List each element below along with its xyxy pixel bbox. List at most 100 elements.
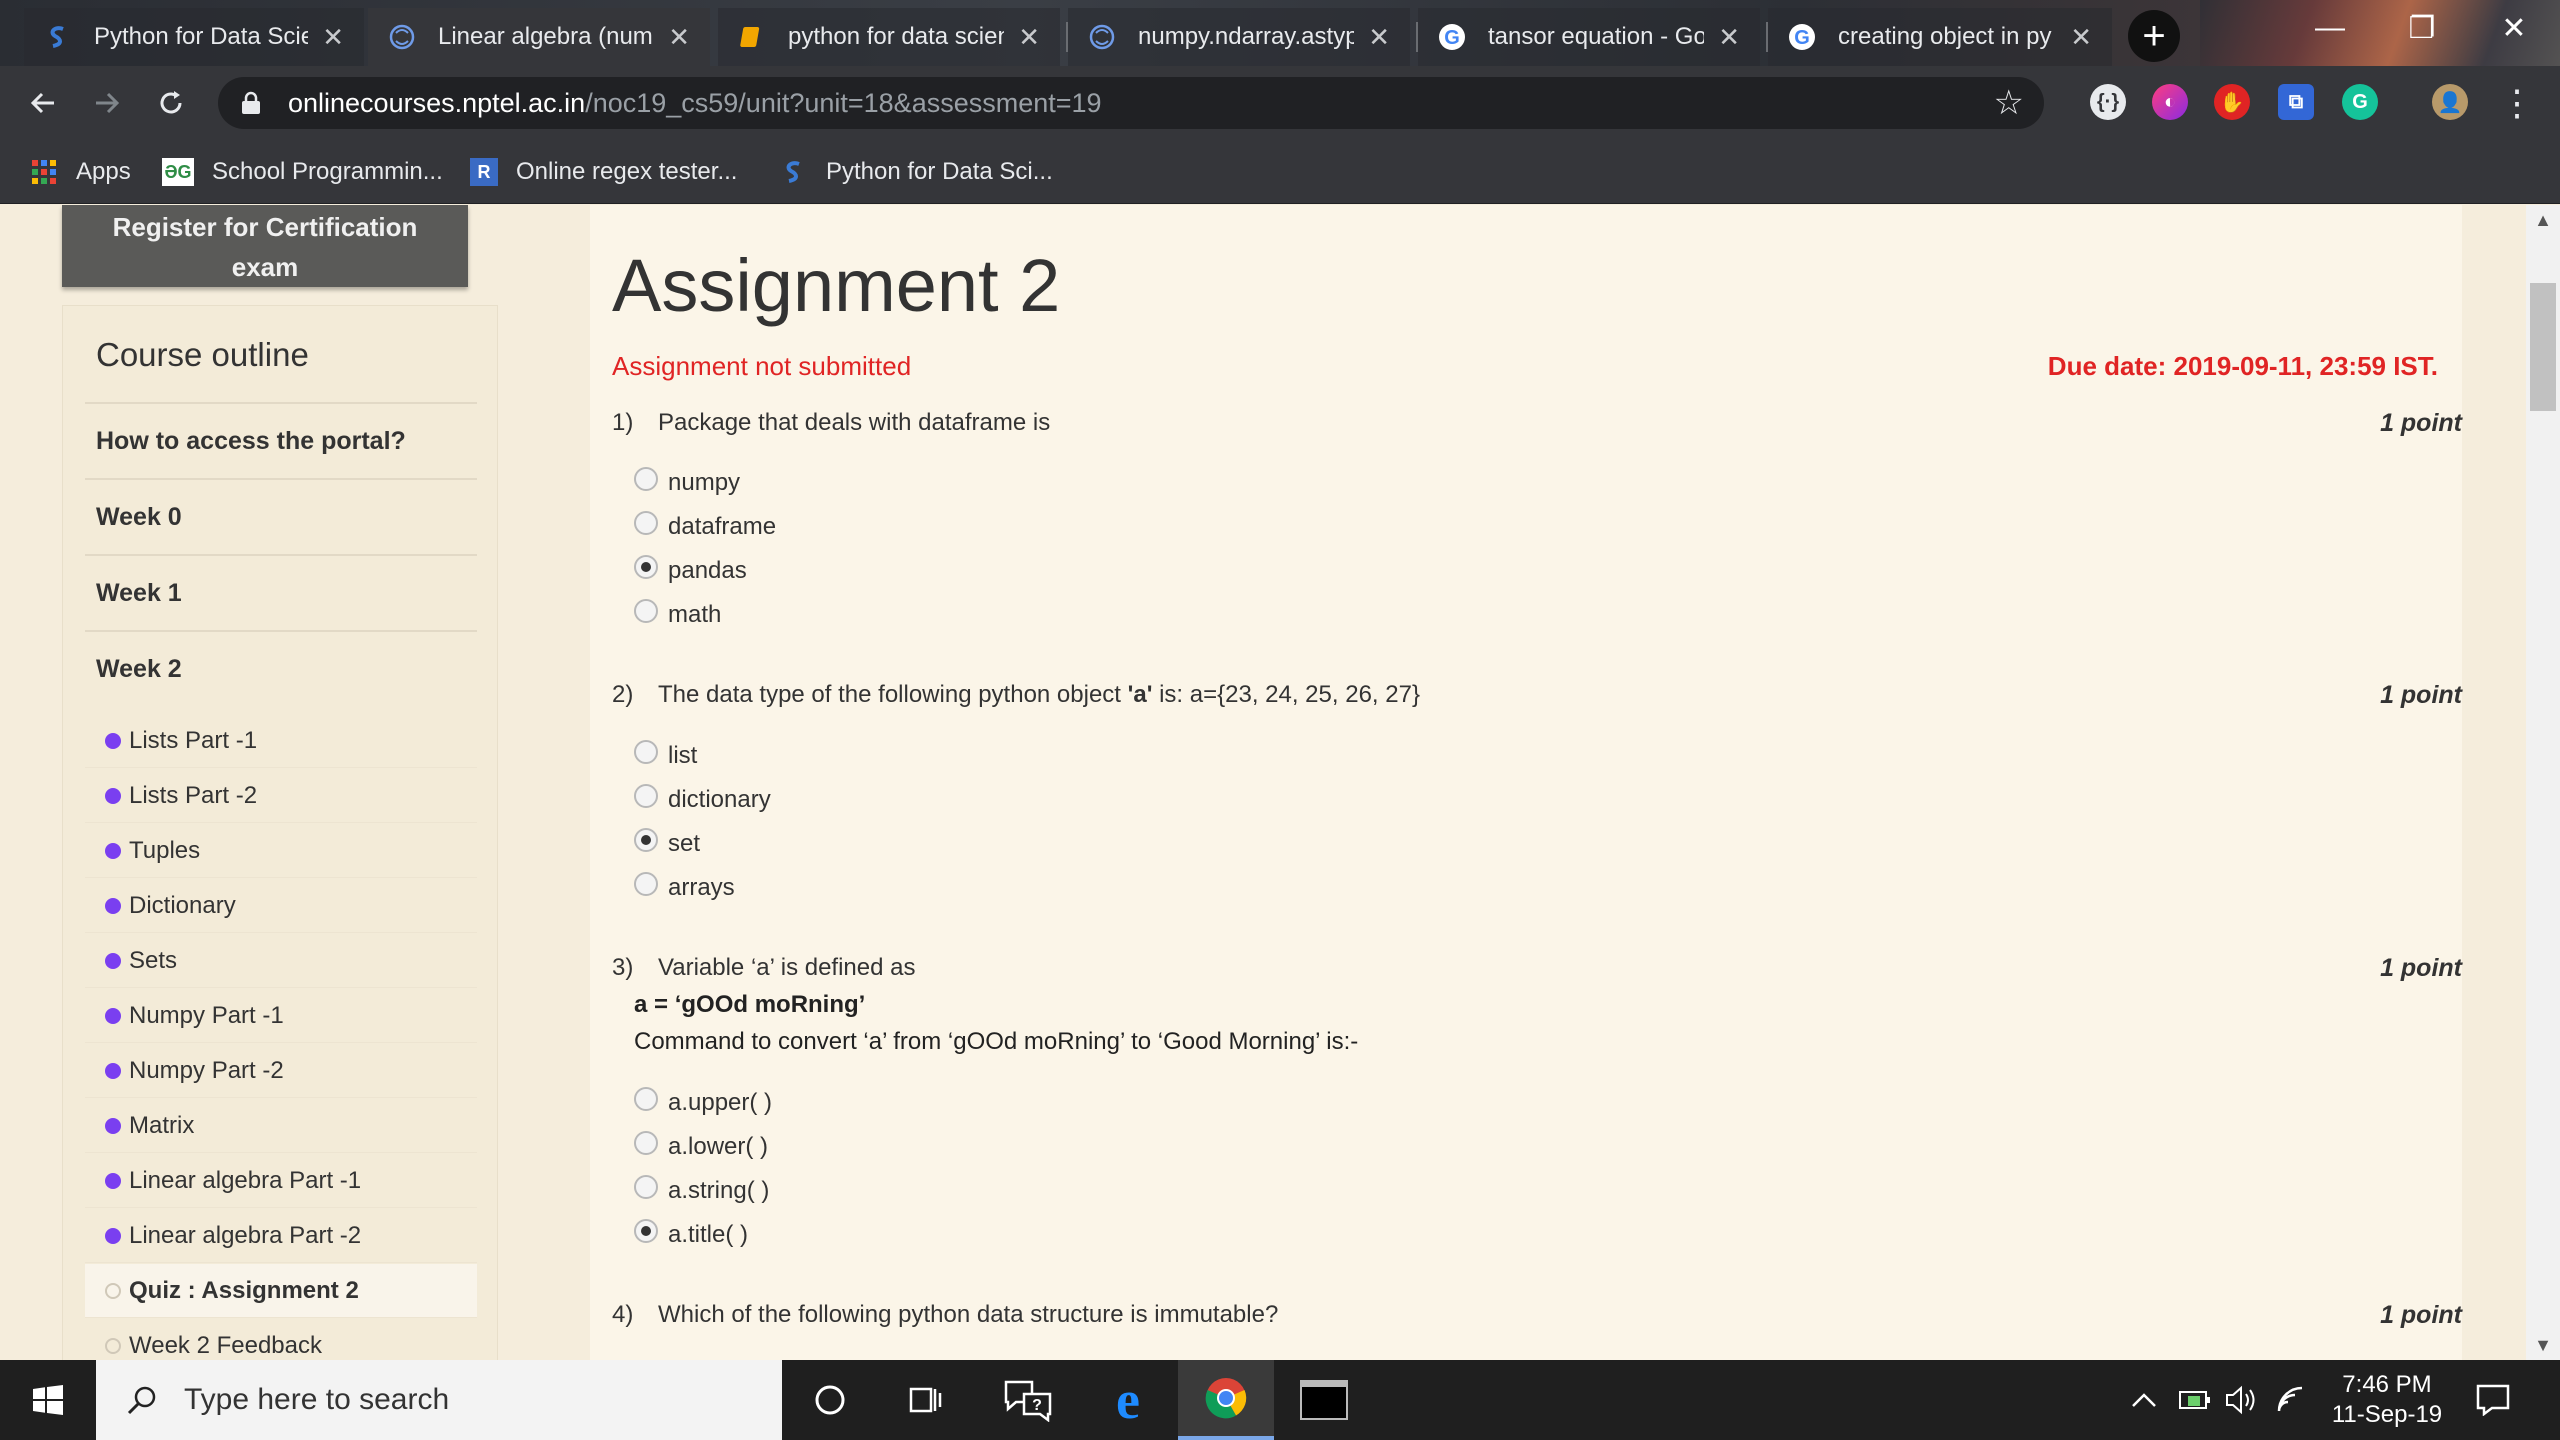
radio-button[interactable] xyxy=(634,511,658,535)
unit-link[interactable]: Linear algebra Part -2 xyxy=(85,1209,477,1263)
radio-button[interactable] xyxy=(634,872,658,896)
completed-dot-icon xyxy=(105,787,121,804)
browser-tab[interactable]: Linear algebra (nump ✕ xyxy=(368,8,710,66)
unit-link[interactable]: Numpy Part -1 xyxy=(85,989,477,1043)
browser-tab[interactable]: Python for Data Scie ✕ xyxy=(24,8,364,66)
cortana-icon[interactable] xyxy=(782,1360,878,1440)
radio-button-selected[interactable] xyxy=(634,828,658,852)
outline-item-week1[interactable]: Week 1 xyxy=(85,554,477,630)
outline-item-portal[interactable]: How to access the portal? xyxy=(85,402,477,478)
outline-item-week2[interactable]: Week 2 xyxy=(85,630,477,706)
answer-option[interactable]: a.upper( ) xyxy=(634,1087,772,1117)
windows-logo-icon xyxy=(33,1385,63,1415)
address-bar[interactable]: onlinecourses.nptel.ac.in/noc19_cs59/uni… xyxy=(218,77,2044,129)
extension-moon-icon[interactable]: ◐ xyxy=(2152,84,2188,120)
radio-button[interactable] xyxy=(634,599,658,623)
unit-link[interactable]: Dictionary xyxy=(85,879,477,933)
extension-hand-icon[interactable]: ✋ xyxy=(2214,84,2250,120)
minimize-icon[interactable]: — xyxy=(2284,0,2376,56)
unit-link[interactable]: Linear algebra Part -1 xyxy=(85,1154,477,1208)
radio-button[interactable] xyxy=(634,1087,658,1111)
radio-button[interactable] xyxy=(634,784,658,808)
outline-item-week0[interactable]: Week 0 xyxy=(85,478,477,554)
radio-button-selected[interactable] xyxy=(634,555,658,579)
battery-icon[interactable] xyxy=(2178,1360,2212,1440)
extension-code-icon[interactable]: {·} xyxy=(2090,84,2126,120)
browser-tab[interactable]: G creating object in py ✕ xyxy=(1768,8,2112,66)
scroll-down-icon[interactable]: ▼ xyxy=(2526,1330,2560,1360)
answer-option[interactable]: arrays xyxy=(634,872,735,902)
bookmark-apps[interactable]: Apps xyxy=(30,140,131,204)
chrome-taskbar-icon[interactable] xyxy=(1178,1360,1274,1440)
answer-option[interactable]: pandas xyxy=(634,555,747,585)
profile-avatar[interactable]: 👤 xyxy=(2432,84,2468,120)
answer-option[interactable]: a.lower( ) xyxy=(634,1131,768,1161)
radio-button[interactable] xyxy=(634,740,658,764)
restore-icon[interactable]: ❐ xyxy=(2376,0,2468,56)
answer-option[interactable]: numpy xyxy=(634,467,740,497)
close-tab-icon[interactable]: ✕ xyxy=(668,22,690,53)
unit-link-current[interactable]: Quiz : Assignment 2 xyxy=(85,1264,477,1318)
answer-option[interactable]: dataframe xyxy=(634,511,776,541)
unit-link[interactable]: Sets xyxy=(85,934,477,988)
bookmark-regex-tester[interactable]: R Online regex tester... xyxy=(470,140,737,204)
bookmark-school-programming[interactable]: ƏG School Programmin... xyxy=(162,140,443,204)
radio-button[interactable] xyxy=(634,467,658,491)
volume-icon[interactable] xyxy=(2224,1360,2260,1440)
taskbar-search-input[interactable]: Type here to search xyxy=(96,1360,782,1440)
answer-option[interactable]: dictionary xyxy=(634,784,771,814)
close-tab-icon[interactable]: ✕ xyxy=(1368,22,1390,53)
submission-status: Assignment not submitted xyxy=(612,351,912,381)
browser-tab[interactable]: python for data scien ✕ xyxy=(718,8,1060,66)
answer-option[interactable]: a.string( ) xyxy=(634,1175,769,1205)
close-tab-icon[interactable]: ✕ xyxy=(1018,22,1040,53)
answer-option[interactable]: list xyxy=(634,740,697,770)
grammarly-icon[interactable]: G xyxy=(2342,84,2378,120)
completed-dot-icon xyxy=(105,1062,121,1079)
extension-cards-icon[interactable]: ⧉ xyxy=(2278,84,2314,120)
bookmark-star-icon[interactable]: ☆ xyxy=(1994,83,2024,123)
terminal-taskbar-icon[interactable] xyxy=(1276,1360,1372,1440)
unit-link[interactable]: Lists Part -2 xyxy=(85,769,477,823)
bookmark-python-data-science[interactable]: Python for Data Sci... xyxy=(780,140,1053,204)
radio-button[interactable] xyxy=(634,1175,658,1199)
scroll-up-icon[interactable]: ▲ xyxy=(2526,205,2560,235)
unit-link[interactable]: Matrix xyxy=(85,1099,477,1153)
wifi-icon[interactable] xyxy=(2276,1360,2308,1440)
pending-dot-icon xyxy=(105,1282,121,1299)
system-clock[interactable]: 7:46 PM 11-Sep-19 xyxy=(2312,1370,2462,1430)
completed-dot-icon xyxy=(105,732,121,749)
show-hidden-icons[interactable] xyxy=(2130,1360,2158,1440)
answer-option[interactable]: set xyxy=(634,828,700,858)
close-tab-icon[interactable]: ✕ xyxy=(1718,22,1740,53)
radio-button[interactable] xyxy=(634,1131,658,1155)
close-tab-icon[interactable]: ✕ xyxy=(2070,22,2092,53)
start-button[interactable] xyxy=(0,1360,96,1440)
unit-link[interactable]: Tuples xyxy=(85,824,477,878)
scrollbar-thumb[interactable] xyxy=(2530,283,2556,411)
forward-button[interactable] xyxy=(84,80,130,126)
menu-kebab-icon[interactable]: ⋮ xyxy=(2494,80,2540,126)
answer-option[interactable]: math xyxy=(634,599,721,629)
browser-tab[interactable]: G tansor equation - Go ✕ xyxy=(1418,8,1760,66)
edge-browser-icon[interactable]: e xyxy=(1080,1360,1176,1440)
question-detail: Command to convert ‘a’ from ‘gOOd moRnin… xyxy=(634,1028,1359,1055)
unit-link[interactable]: Numpy Part -2 xyxy=(85,1044,477,1098)
radio-button-selected[interactable] xyxy=(634,1219,658,1243)
unit-link[interactable]: Lists Part -1 xyxy=(85,714,477,768)
page-content: Register for Certification exam Course o… xyxy=(0,205,2560,1360)
action-center-button[interactable] xyxy=(2476,1360,2510,1440)
register-certification-button[interactable]: Register for Certification exam xyxy=(62,205,468,287)
page-scrollbar[interactable]: ▲ ▼ xyxy=(2526,205,2560,1360)
outline-title: Course outline xyxy=(96,336,309,373)
close-window-icon[interactable]: ✕ xyxy=(2468,0,2560,56)
unit-link[interactable]: Week 2 Feedback xyxy=(85,1319,477,1360)
reload-button[interactable] xyxy=(148,80,194,126)
task-view-icon[interactable] xyxy=(878,1360,974,1440)
browser-tab[interactable]: numpy.ndarray.astyp ✕ xyxy=(1068,8,1410,66)
answer-option[interactable]: a.title( ) xyxy=(634,1219,748,1249)
close-tab-icon[interactable]: ✕ xyxy=(322,22,344,53)
new-tab-button[interactable]: + xyxy=(2128,10,2180,62)
feedback-hub-icon[interactable]: ? xyxy=(980,1360,1076,1440)
back-button[interactable] xyxy=(20,80,66,126)
